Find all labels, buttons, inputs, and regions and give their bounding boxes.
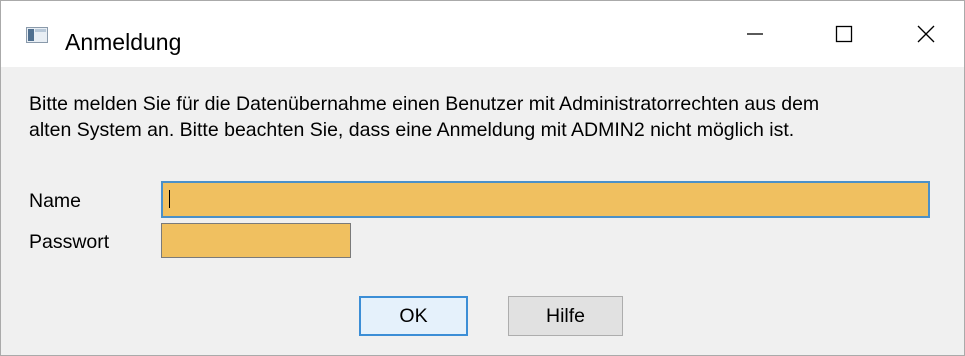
help-button[interactable]: Hilfe <box>508 296 623 336</box>
maximize-icon <box>835 25 853 43</box>
login-dialog: Anmeldung Bitte melden Sie für die Daten… <box>0 0 965 356</box>
name-input[interactable] <box>161 181 930 218</box>
minimize-icon <box>747 33 763 35</box>
instruction-line-1: Bitte melden Sie für die Datenübernahme … <box>29 93 820 115</box>
minimize-button[interactable] <box>709 1 801 67</box>
instruction-line-2: alten System an. Bitte beachten Sie, das… <box>29 119 795 141</box>
window-title: Anmeldung <box>65 29 182 55</box>
name-label: Name <box>29 190 82 212</box>
close-icon <box>917 25 934 43</box>
title-bar[interactable]: Anmeldung <box>1 1 964 67</box>
maximize-button[interactable] <box>798 1 890 67</box>
ok-button[interactable]: OK <box>359 296 468 336</box>
instruction-text: Bitte melden Sie für die Datenübernahme … <box>29 91 819 143</box>
window-app-icon <box>26 27 48 43</box>
password-input[interactable] <box>161 223 351 258</box>
close-button[interactable] <box>887 1 964 67</box>
password-label: Passwort <box>29 231 110 253</box>
text-caret <box>169 190 170 208</box>
